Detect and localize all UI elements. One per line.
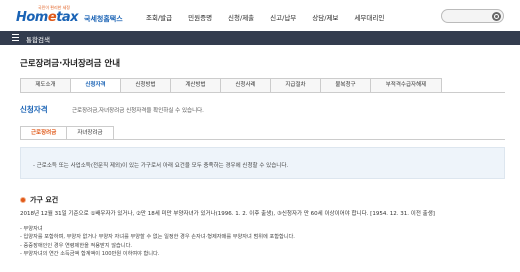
tab-ineligible-release[interactable]: 부적격수급자해제	[370, 78, 442, 93]
subtab-child[interactable]: 자녀장려금	[66, 126, 114, 140]
list-item: - 부양자녀	[20, 226, 43, 232]
tab-eligibility[interactable]: 신청자격	[70, 78, 120, 93]
subtab-divider	[20, 139, 505, 140]
main-tabs: 제도소개 신청자격 신청방법 계산방법 신청사례 지급절차 불복청구 부적격수급…	[20, 78, 442, 93]
notice-text: - 근로소득 또는 사업소득(전문직 제외)이 있는 가구로서 아래 요건을 모…	[33, 163, 289, 169]
sub-tabs: 근로장려금 자녀장려금	[20, 126, 114, 140]
page-title: 근로장려금·자녀장려금 안내	[20, 59, 121, 69]
nav-item-tax-agent[interactable]: 세무대리인	[346, 12, 392, 22]
tab-intro[interactable]: 제도소개	[20, 78, 70, 93]
logo-subtitle: 국세청홈택스	[84, 15, 123, 23]
sub-header-bar: 통합검색	[0, 31, 520, 45]
household-list: - 부양자녀 - 입양자를 포함하며, 부양자 없거나 부양자 자녀를 부양할 …	[20, 225, 295, 258]
notice-box: - 근로소득 또는 사업소득(전문직 제외)이 있는 가구로서 아래 요건을 모…	[20, 147, 505, 179]
tab-cases[interactable]: 신청사례	[220, 78, 270, 93]
bullet-icon	[20, 197, 26, 203]
section-description: 근로장려금,자녀장려금 신청자격을 확인하실 수 있습니다.	[72, 108, 204, 114]
bar-title: 통합검색	[26, 36, 50, 44]
list-item: - 입양자를 포함하며, 부양자 없거나 부양자 자녀를 부양할 수 없는 일정…	[20, 234, 295, 241]
search-icon[interactable]	[492, 12, 501, 21]
menu-icon[interactable]	[12, 34, 19, 42]
nav-item-apply[interactable]: 신청/제출	[220, 12, 262, 22]
global-nav: 조회/발급 민원증명 신청/제출 신고/납부 상담/제보 세무대리인	[138, 12, 392, 22]
household-paragraph: 2018년 12월 31일 기준으로 ①배우자가 있거나, ②만 18세 미만 …	[20, 211, 435, 217]
site-header: 국민이 편리한 세정 Hometax 국세청홈택스 조회/발급 민원증명 신청/…	[0, 0, 520, 30]
list-item: - 부양자녀의 연간 소득금액 합계액이 100만원 이하여야 합니다.	[20, 250, 160, 257]
tab-calculation[interactable]: 계산방법	[170, 78, 220, 93]
household-title: 가구 요건	[30, 196, 59, 204]
tab-payment[interactable]: 지급절차	[270, 78, 320, 93]
tab-how-to-apply[interactable]: 신청방법	[120, 78, 170, 93]
list-item: - 중증장애인인 경우 연령제한을 적용받지 않습니다.	[20, 242, 132, 249]
search-input[interactable]	[441, 9, 504, 23]
nav-item-lookup[interactable]: 조회/발급	[138, 12, 180, 22]
subtab-earned-income[interactable]: 근로장려금	[20, 126, 67, 140]
household-heading: 가구 요건	[20, 195, 58, 205]
section-title: 신청자격	[20, 105, 48, 114]
tab-appeal[interactable]: 불복청구	[320, 78, 370, 93]
nav-item-report[interactable]: 신고/납부	[262, 12, 304, 22]
nav-item-certificate[interactable]: 민원증명	[180, 12, 220, 22]
logo-brand: Hometax	[16, 10, 79, 25]
nav-item-consult[interactable]: 상담/제보	[304, 12, 346, 22]
tab-divider	[20, 92, 505, 93]
